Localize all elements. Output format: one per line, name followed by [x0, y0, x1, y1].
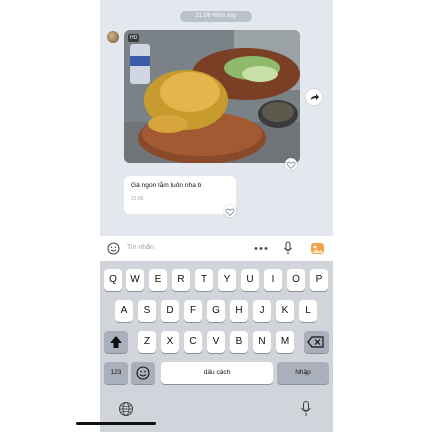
- key-c[interactable]: C: [184, 331, 202, 353]
- key-z[interactable]: Z: [138, 331, 156, 353]
- key-p[interactable]: P: [310, 269, 328, 291]
- key-s[interactable]: S: [138, 300, 156, 322]
- key-n[interactable]: N: [253, 331, 271, 353]
- message-text: Gà ngon lắm luôn nha b: [131, 182, 202, 189]
- message-input[interactable]: Tin nhắn: [127, 244, 154, 251]
- mic-icon[interactable]: [283, 241, 293, 256]
- message-react-button[interactable]: [224, 205, 236, 217]
- home-indicator: [76, 422, 156, 425]
- chat-screen: 21:06 Hôm nay HD Gà ngon lắm luôn nha b …: [100, 0, 333, 432]
- key-g[interactable]: G: [207, 300, 225, 322]
- key-k[interactable]: K: [276, 300, 294, 322]
- key-u[interactable]: U: [241, 269, 259, 291]
- more-icon[interactable]: [253, 246, 269, 251]
- emoji-icon: [136, 366, 150, 380]
- key-l[interactable]: L: [299, 300, 317, 322]
- heart-icon: [225, 208, 235, 217]
- chat-area: 21:06 Hôm nay HD Gà ngon lắm luôn nha b …: [100, 0, 333, 232]
- key-a[interactable]: A: [115, 300, 133, 322]
- key-j[interactable]: J: [253, 300, 271, 322]
- key-e[interactable]: E: [149, 269, 167, 291]
- key-y[interactable]: Y: [218, 269, 236, 291]
- share-button[interactable]: [306, 89, 322, 105]
- key-h[interactable]: H: [230, 300, 248, 322]
- time-divider: 21:06 Hôm nay: [180, 11, 252, 22]
- key-t[interactable]: T: [195, 269, 213, 291]
- keyboard: Q W E R T Y U I O P A S D F G H J K L Z …: [100, 261, 333, 432]
- hd-badge: HD: [128, 34, 140, 42]
- key-o[interactable]: O: [287, 269, 305, 291]
- key-m[interactable]: M: [276, 331, 294, 353]
- photo-react-button[interactable]: [285, 158, 297, 170]
- key-f[interactable]: F: [184, 300, 202, 322]
- return-key[interactable]: Nhập: [277, 362, 329, 384]
- key-b[interactable]: B: [230, 331, 248, 353]
- heart-icon: [286, 161, 296, 170]
- key-d[interactable]: D: [161, 300, 179, 322]
- globe-icon[interactable]: [118, 401, 134, 417]
- share-icon: [311, 94, 319, 100]
- photo-image: [124, 30, 300, 163]
- message-input-bar: Tin nhắn: [100, 236, 333, 261]
- message-bubble[interactable]: Gà ngon lắm luôn nha b 21:06: [124, 176, 236, 214]
- dictation-mic-icon[interactable]: [300, 400, 312, 418]
- backspace-icon: [307, 336, 324, 348]
- space-key[interactable]: dấu cách: [161, 362, 273, 384]
- key-r[interactable]: R: [172, 269, 190, 291]
- avatar[interactable]: [107, 31, 119, 43]
- key-i[interactable]: I: [264, 269, 282, 291]
- key-w[interactable]: W: [126, 269, 144, 291]
- backspace-key[interactable]: [304, 331, 329, 353]
- shift-key[interactable]: [104, 331, 128, 353]
- sticker-icon[interactable]: [107, 242, 120, 255]
- key-x[interactable]: X: [161, 331, 179, 353]
- message-time: 21:06: [131, 196, 144, 202]
- key-v[interactable]: V: [207, 331, 225, 353]
- emoji-key[interactable]: [131, 362, 155, 384]
- shift-icon: [110, 336, 122, 348]
- key-q[interactable]: Q: [104, 269, 122, 291]
- numbers-key[interactable]: 123: [104, 362, 128, 384]
- chat-photo[interactable]: HD: [124, 30, 300, 163]
- image-icon[interactable]: [310, 241, 325, 256]
